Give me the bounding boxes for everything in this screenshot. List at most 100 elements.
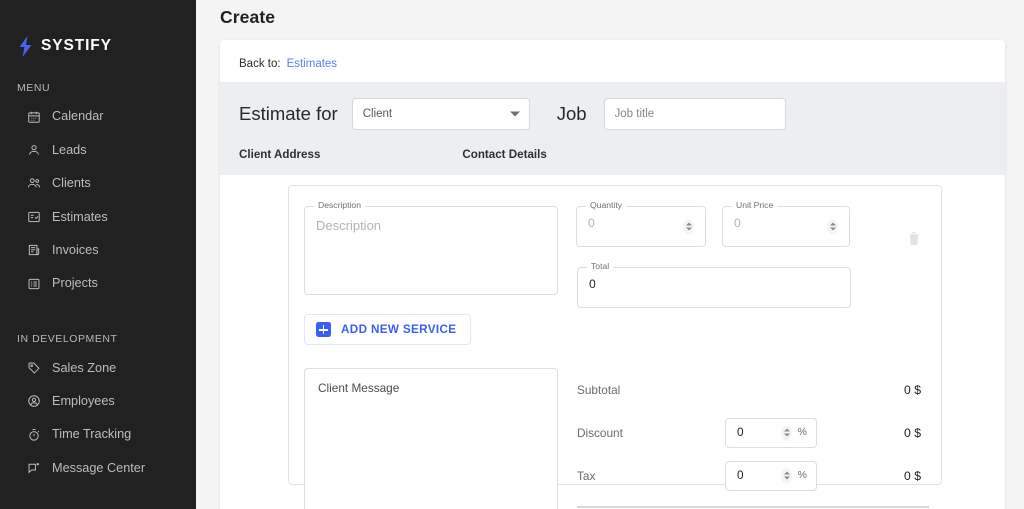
tax-label: Tax [577, 469, 725, 483]
invoice-icon [26, 243, 41, 258]
tag-icon [26, 361, 41, 376]
app-root: SYSTIFY MENU Calendar Leads [0, 0, 1024, 509]
brand-name: SYSTIFY [41, 38, 112, 54]
total-label: Total [587, 262, 613, 271]
quantity-label: Quantity [586, 201, 626, 210]
brand-logo[interactable]: SYSTIFY [0, 0, 196, 46]
service-row-card: Description Description Quantity 0 [288, 185, 942, 485]
stepper-up-icon [830, 223, 836, 226]
discount-percent-value: 0 [737, 427, 744, 439]
sidebar-item-label: Sales Zone [52, 362, 116, 375]
list-box-icon [26, 276, 41, 291]
sidebar-item-clients[interactable]: Clients [0, 167, 196, 200]
main-content: Create Back to: Estimates Estimate for C… [196, 0, 1024, 509]
tax-percent-suffix: % [798, 470, 807, 481]
contact-details-label: Contact Details [462, 148, 546, 161]
totals-row-tax: Tax 0 % 0 $ [577, 454, 929, 497]
discount-percent-suffix: % [798, 427, 807, 438]
breadcrumb-link-estimates[interactable]: Estimates [287, 58, 338, 70]
discount-amount: 0 $ [904, 426, 921, 440]
sidebar-item-sales-zone[interactable]: Sales Zone [0, 351, 196, 384]
add-new-service-button[interactable]: ADD NEW SERVICE [304, 314, 471, 345]
client-message-placeholder: Client Message [318, 381, 399, 395]
page-title: Create [196, 0, 1024, 28]
estimate-for-label: Estimate for [239, 103, 338, 125]
stepper-up-icon [686, 223, 692, 226]
discount-percent-input[interactable]: 0 % [725, 418, 817, 448]
discount-label: Discount [577, 426, 725, 440]
job-title-input[interactable] [604, 98, 786, 130]
tax-percent-value: 0 [737, 470, 744, 482]
total-field[interactable]: Total 0 [577, 267, 851, 308]
discount-stepper[interactable] [781, 425, 792, 440]
estimate-card: Back to: Estimates Estimate for Client J… [220, 40, 1005, 509]
totals-row-discount: Discount 0 % 0 $ [577, 411, 929, 454]
description-placeholder: Description [316, 219, 381, 232]
breadcrumb-prefix: Back to: [239, 58, 281, 70]
plus-square-icon [316, 322, 331, 337]
sidebar-item-label: Employees [52, 395, 115, 408]
sidebar-item-invoices[interactable]: Invoices [0, 234, 196, 267]
sidebar-section-indevelopment-title: IN DEVELOPMENT [0, 333, 196, 345]
sidebar-item-estimates[interactable]: Estimates [0, 200, 196, 233]
sidebar-item-calendar[interactable]: Calendar [0, 100, 196, 133]
quantity-placeholder: 0 [588, 217, 595, 229]
sidebar-item-message-center[interactable]: Message Center [0, 452, 196, 485]
document-check-icon [26, 209, 41, 224]
lightning-bolt-icon [17, 36, 34, 57]
sidebar-item-label: Invoices [52, 244, 99, 257]
client-select[interactable]: Client [352, 98, 530, 130]
stepper-down-icon [784, 434, 790, 437]
tax-amount: 0 $ [904, 469, 921, 483]
chevron-down-icon [510, 112, 520, 117]
unit-price-placeholder: 0 [734, 217, 741, 229]
tax-percent-input[interactable]: 0 % [725, 461, 817, 491]
sidebar-item-label: Estimates [52, 211, 108, 224]
add-new-service-label: ADD NEW SERVICE [341, 323, 456, 336]
sidebar-section-menu-title: MENU [0, 82, 196, 94]
calendar-icon [26, 109, 41, 124]
sidebar-item-label: Time Tracking [52, 428, 131, 441]
stepper-up-icon [784, 429, 790, 432]
people-icon [26, 176, 41, 191]
totals-row-subtotal: Subtotal 0 $ [577, 368, 929, 411]
timer-icon [26, 427, 41, 442]
client-message-textarea[interactable]: Client Message [304, 368, 558, 509]
sidebar-item-label: Leads [52, 144, 87, 157]
job-label: Job [557, 103, 587, 125]
sidebar-item-label: Calendar [52, 110, 104, 123]
sidebar-item-label: Clients [52, 177, 91, 190]
sidebar-item-label: Projects [52, 277, 98, 290]
client-address-label: Client Address [239, 148, 320, 161]
total-value: 0 [589, 278, 596, 290]
quantity-field[interactable]: Quantity 0 [576, 206, 706, 247]
person-icon [26, 143, 41, 158]
subtotal-amount: 0 $ [904, 383, 921, 397]
unit-price-stepper[interactable] [827, 219, 838, 234]
stepper-up-icon [784, 472, 790, 475]
tax-stepper[interactable] [781, 468, 792, 483]
sidebar-item-employees[interactable]: Employees [0, 385, 196, 418]
quantity-stepper[interactable] [683, 219, 694, 234]
unit-price-label: Unit Price [732, 201, 777, 210]
breadcrumb: Back to: Estimates [220, 40, 1005, 82]
unit-price-field[interactable]: Unit Price 0 [722, 206, 850, 247]
trash-icon[interactable] [905, 228, 923, 248]
sidebar-item-label: Message Center [52, 462, 145, 475]
account-circle-icon [26, 394, 41, 409]
stepper-down-icon [830, 228, 836, 231]
totals-divider [577, 506, 929, 508]
sidebar-item-leads[interactable]: Leads [0, 133, 196, 166]
description-label: Description [314, 201, 365, 210]
stepper-down-icon [686, 228, 692, 231]
estimate-header-band: Estimate for Client Job Client Address C… [220, 82, 1005, 175]
sidebar: SYSTIFY MENU Calendar Leads [0, 0, 196, 509]
description-field[interactable]: Description Description [304, 206, 558, 295]
client-select-value: Client [363, 108, 392, 120]
sidebar-item-time-tracking[interactable]: Time Tracking [0, 418, 196, 451]
subtotal-label: Subtotal [577, 383, 725, 397]
sidebar-item-projects[interactable]: Projects [0, 267, 196, 300]
message-icon [26, 461, 41, 476]
stepper-down-icon [784, 477, 790, 480]
totals-section: Subtotal 0 $ Discount 0 % [577, 368, 929, 497]
